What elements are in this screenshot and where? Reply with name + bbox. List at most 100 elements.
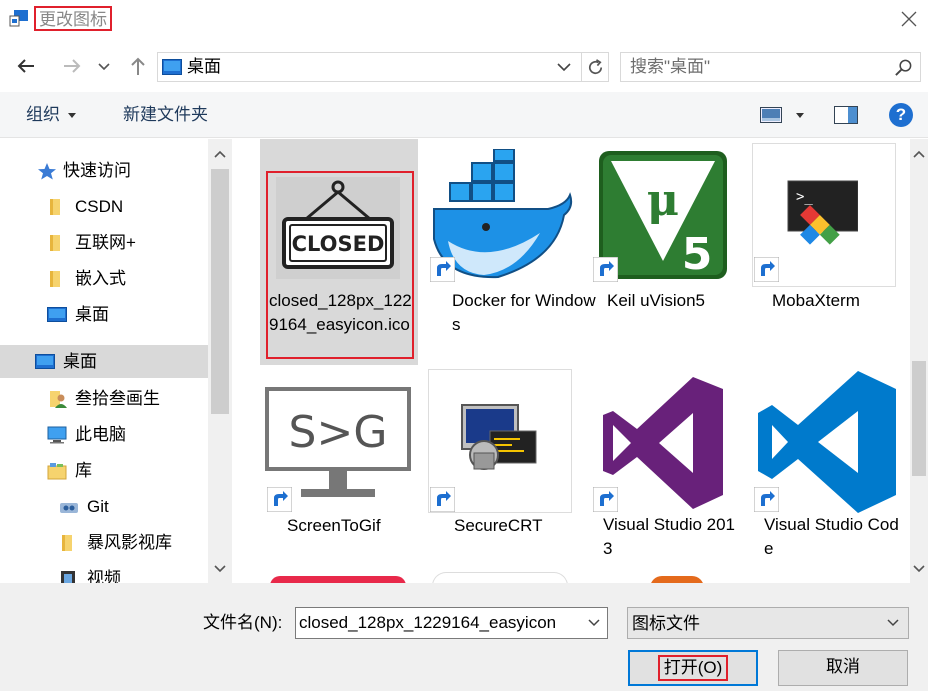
recent-locations-chevron-icon[interactable] bbox=[96, 54, 112, 78]
scroll-up-icon[interactable] bbox=[214, 149, 226, 159]
file-list: CLOSED closed_128px_1229164_easyicon.ico… bbox=[232, 139, 928, 583]
desktop-icon bbox=[47, 307, 67, 322]
file-item-screentogif[interactable]: S>G ScreenToGif bbox=[265, 383, 423, 543]
file-item-mobaxterm[interactable]: >_ MobaXterm bbox=[752, 143, 910, 343]
help-icon[interactable]: ? bbox=[889, 103, 913, 127]
visual-studio-2013-icon bbox=[603, 377, 723, 509]
cancel-button[interactable]: 取消 bbox=[778, 650, 908, 686]
sidebar-item-git[interactable]: Git bbox=[0, 490, 208, 523]
keil-icon: μ 5 bbox=[599, 151, 727, 279]
folder-icon bbox=[50, 235, 60, 251]
dialog-footer: 文件名(N): 图标文件 打开(O) 取消 bbox=[0, 583, 928, 691]
file-item-vscode[interactable]: Visual Studio Code bbox=[752, 369, 910, 569]
library-icon bbox=[47, 463, 67, 480]
screentogif-text: S>G bbox=[289, 407, 388, 458]
chevron-down-icon[interactable] bbox=[556, 60, 572, 74]
command-toolbar: 组织 新建文件夹 ? bbox=[0, 92, 928, 138]
file-item-visual-studio-2013[interactable]: Visual Studio 2013 bbox=[591, 371, 749, 571]
window-app-icon bbox=[9, 10, 28, 27]
sidebar-item-label: 此电脑 bbox=[75, 425, 126, 444]
file-list-scroll-thumb[interactable] bbox=[912, 361, 926, 476]
new-folder-button[interactable]: 新建文件夹 bbox=[123, 104, 208, 126]
close-icon[interactable] bbox=[898, 8, 920, 30]
up-arrow-icon[interactable] bbox=[126, 54, 150, 78]
desktop-icon bbox=[162, 59, 182, 75]
sidebar-scroll-thumb[interactable] bbox=[211, 169, 229, 414]
sidebar-item-desktop-quick[interactable]: 桌面 bbox=[0, 298, 208, 331]
partial-file-icon[interactable] bbox=[432, 572, 568, 583]
video-icon bbox=[61, 571, 75, 583]
search-icon[interactable] bbox=[894, 58, 913, 77]
star-icon bbox=[38, 163, 56, 180]
search-box[interactable] bbox=[620, 52, 921, 82]
screentogif-icon: S>G bbox=[265, 387, 411, 497]
file-item-securecrt[interactable]: SecureCRT bbox=[428, 369, 586, 549]
file-list-scrollbar[interactable] bbox=[910, 139, 928, 583]
mobaxterm-prompt: >_ bbox=[796, 189, 813, 205]
filetype-select[interactable]: 图标文件 bbox=[627, 607, 909, 639]
title-bar: 更改图标 bbox=[0, 0, 928, 38]
shortcut-arrow-icon bbox=[593, 487, 618, 512]
shortcut-arrow-icon bbox=[430, 487, 455, 512]
sidebar-item-libraries[interactable]: 库 bbox=[0, 454, 208, 487]
navigation-pane: 快速访问 CSDN 互联网+ 嵌入式 桌面 桌面 叁拾叁画生 此电脑 库 Git… bbox=[0, 139, 232, 583]
search-input[interactable] bbox=[630, 55, 880, 79]
file-item-docker[interactable]: Docker for Windows bbox=[428, 143, 596, 343]
sidebar-item-label: 叁拾叁画生 bbox=[75, 389, 160, 408]
computer-icon bbox=[47, 426, 67, 444]
open-button[interactable]: 打开(O) bbox=[628, 650, 758, 686]
sidebar-item-label: 暴风影视库 bbox=[87, 533, 172, 552]
scroll-up-icon[interactable] bbox=[913, 149, 925, 159]
open-button-label: 打开(O) bbox=[657, 655, 729, 681]
sidebar-item-internet-plus[interactable]: 互联网+ bbox=[0, 226, 208, 259]
sidebar-item-desktop[interactable]: 桌面 bbox=[0, 345, 208, 378]
shortcut-arrow-icon bbox=[593, 257, 618, 282]
shortcut-arrow-icon bbox=[754, 487, 779, 512]
file-item-closed-ico[interactable]: CLOSED closed_128px_1229164_easyicon.ico bbox=[260, 139, 418, 365]
file-label: Docker for Windows bbox=[452, 291, 596, 334]
organize-button[interactable]: 组织 bbox=[26, 104, 60, 126]
mobaxterm-icon: >_ bbox=[787, 180, 858, 245]
sidebar-item-csdn[interactable]: CSDN bbox=[0, 190, 208, 223]
closed-sign-icon: CLOSED bbox=[276, 177, 400, 279]
shortcut-arrow-icon bbox=[267, 487, 292, 512]
view-dropdown-icon[interactable] bbox=[796, 113, 804, 118]
folder-icon bbox=[50, 199, 60, 215]
file-label: Visual Studio Code bbox=[764, 515, 899, 558]
scroll-down-icon[interactable] bbox=[913, 564, 925, 574]
sidebar-item-quick-access[interactable]: 快速访问 bbox=[0, 154, 208, 187]
sidebar-item-label: Git bbox=[87, 497, 109, 516]
sidebar-item-user[interactable]: 叁拾叁画生 bbox=[0, 382, 208, 415]
sidebar-item-label: 库 bbox=[75, 461, 92, 480]
file-item-keil[interactable]: μ 5 Keil uVision5 bbox=[591, 143, 749, 343]
sidebar-item-label: 桌面 bbox=[75, 305, 109, 324]
back-arrow-icon[interactable] bbox=[14, 54, 38, 78]
chevron-down-icon[interactable] bbox=[886, 617, 900, 629]
address-path: 桌面 bbox=[187, 57, 221, 76]
sidebar-item-embedded[interactable]: 嵌入式 bbox=[0, 262, 208, 295]
sidebar-item-label: 快速访问 bbox=[63, 161, 131, 180]
address-bar[interactable]: 桌面 bbox=[157, 52, 609, 82]
preview-pane-icon[interactable] bbox=[834, 106, 858, 124]
file-label: SecureCRT bbox=[454, 516, 543, 535]
git-icon bbox=[60, 503, 78, 513]
chevron-down-icon[interactable] bbox=[587, 617, 601, 629]
cancel-button-label: 取消 bbox=[826, 657, 860, 676]
filename-combobox[interactable] bbox=[295, 607, 608, 639]
sidebar-item-label: 嵌入式 bbox=[75, 269, 126, 288]
view-options-icon[interactable] bbox=[760, 107, 782, 123]
partial-file-icon[interactable] bbox=[650, 576, 704, 583]
sidebar-scrollbar[interactable] bbox=[208, 139, 231, 583]
sidebar-item-label: CSDN bbox=[75, 197, 124, 216]
sidebar-item-baofeng[interactable]: 暴风影视库 bbox=[0, 526, 208, 559]
sidebar-item-label: 桌面 bbox=[63, 352, 97, 371]
sidebar-item-videos[interactable]: 视频 bbox=[0, 562, 208, 583]
filename-input[interactable] bbox=[299, 611, 581, 635]
organize-dropdown-icon[interactable] bbox=[68, 113, 76, 118]
refresh-icon[interactable] bbox=[586, 58, 605, 77]
address-divider bbox=[581, 53, 582, 81]
sidebar-item-this-pc[interactable]: 此电脑 bbox=[0, 418, 208, 451]
forward-arrow-icon[interactable] bbox=[60, 54, 84, 78]
scroll-down-icon[interactable] bbox=[214, 564, 226, 574]
partial-file-icon[interactable] bbox=[270, 576, 406, 583]
